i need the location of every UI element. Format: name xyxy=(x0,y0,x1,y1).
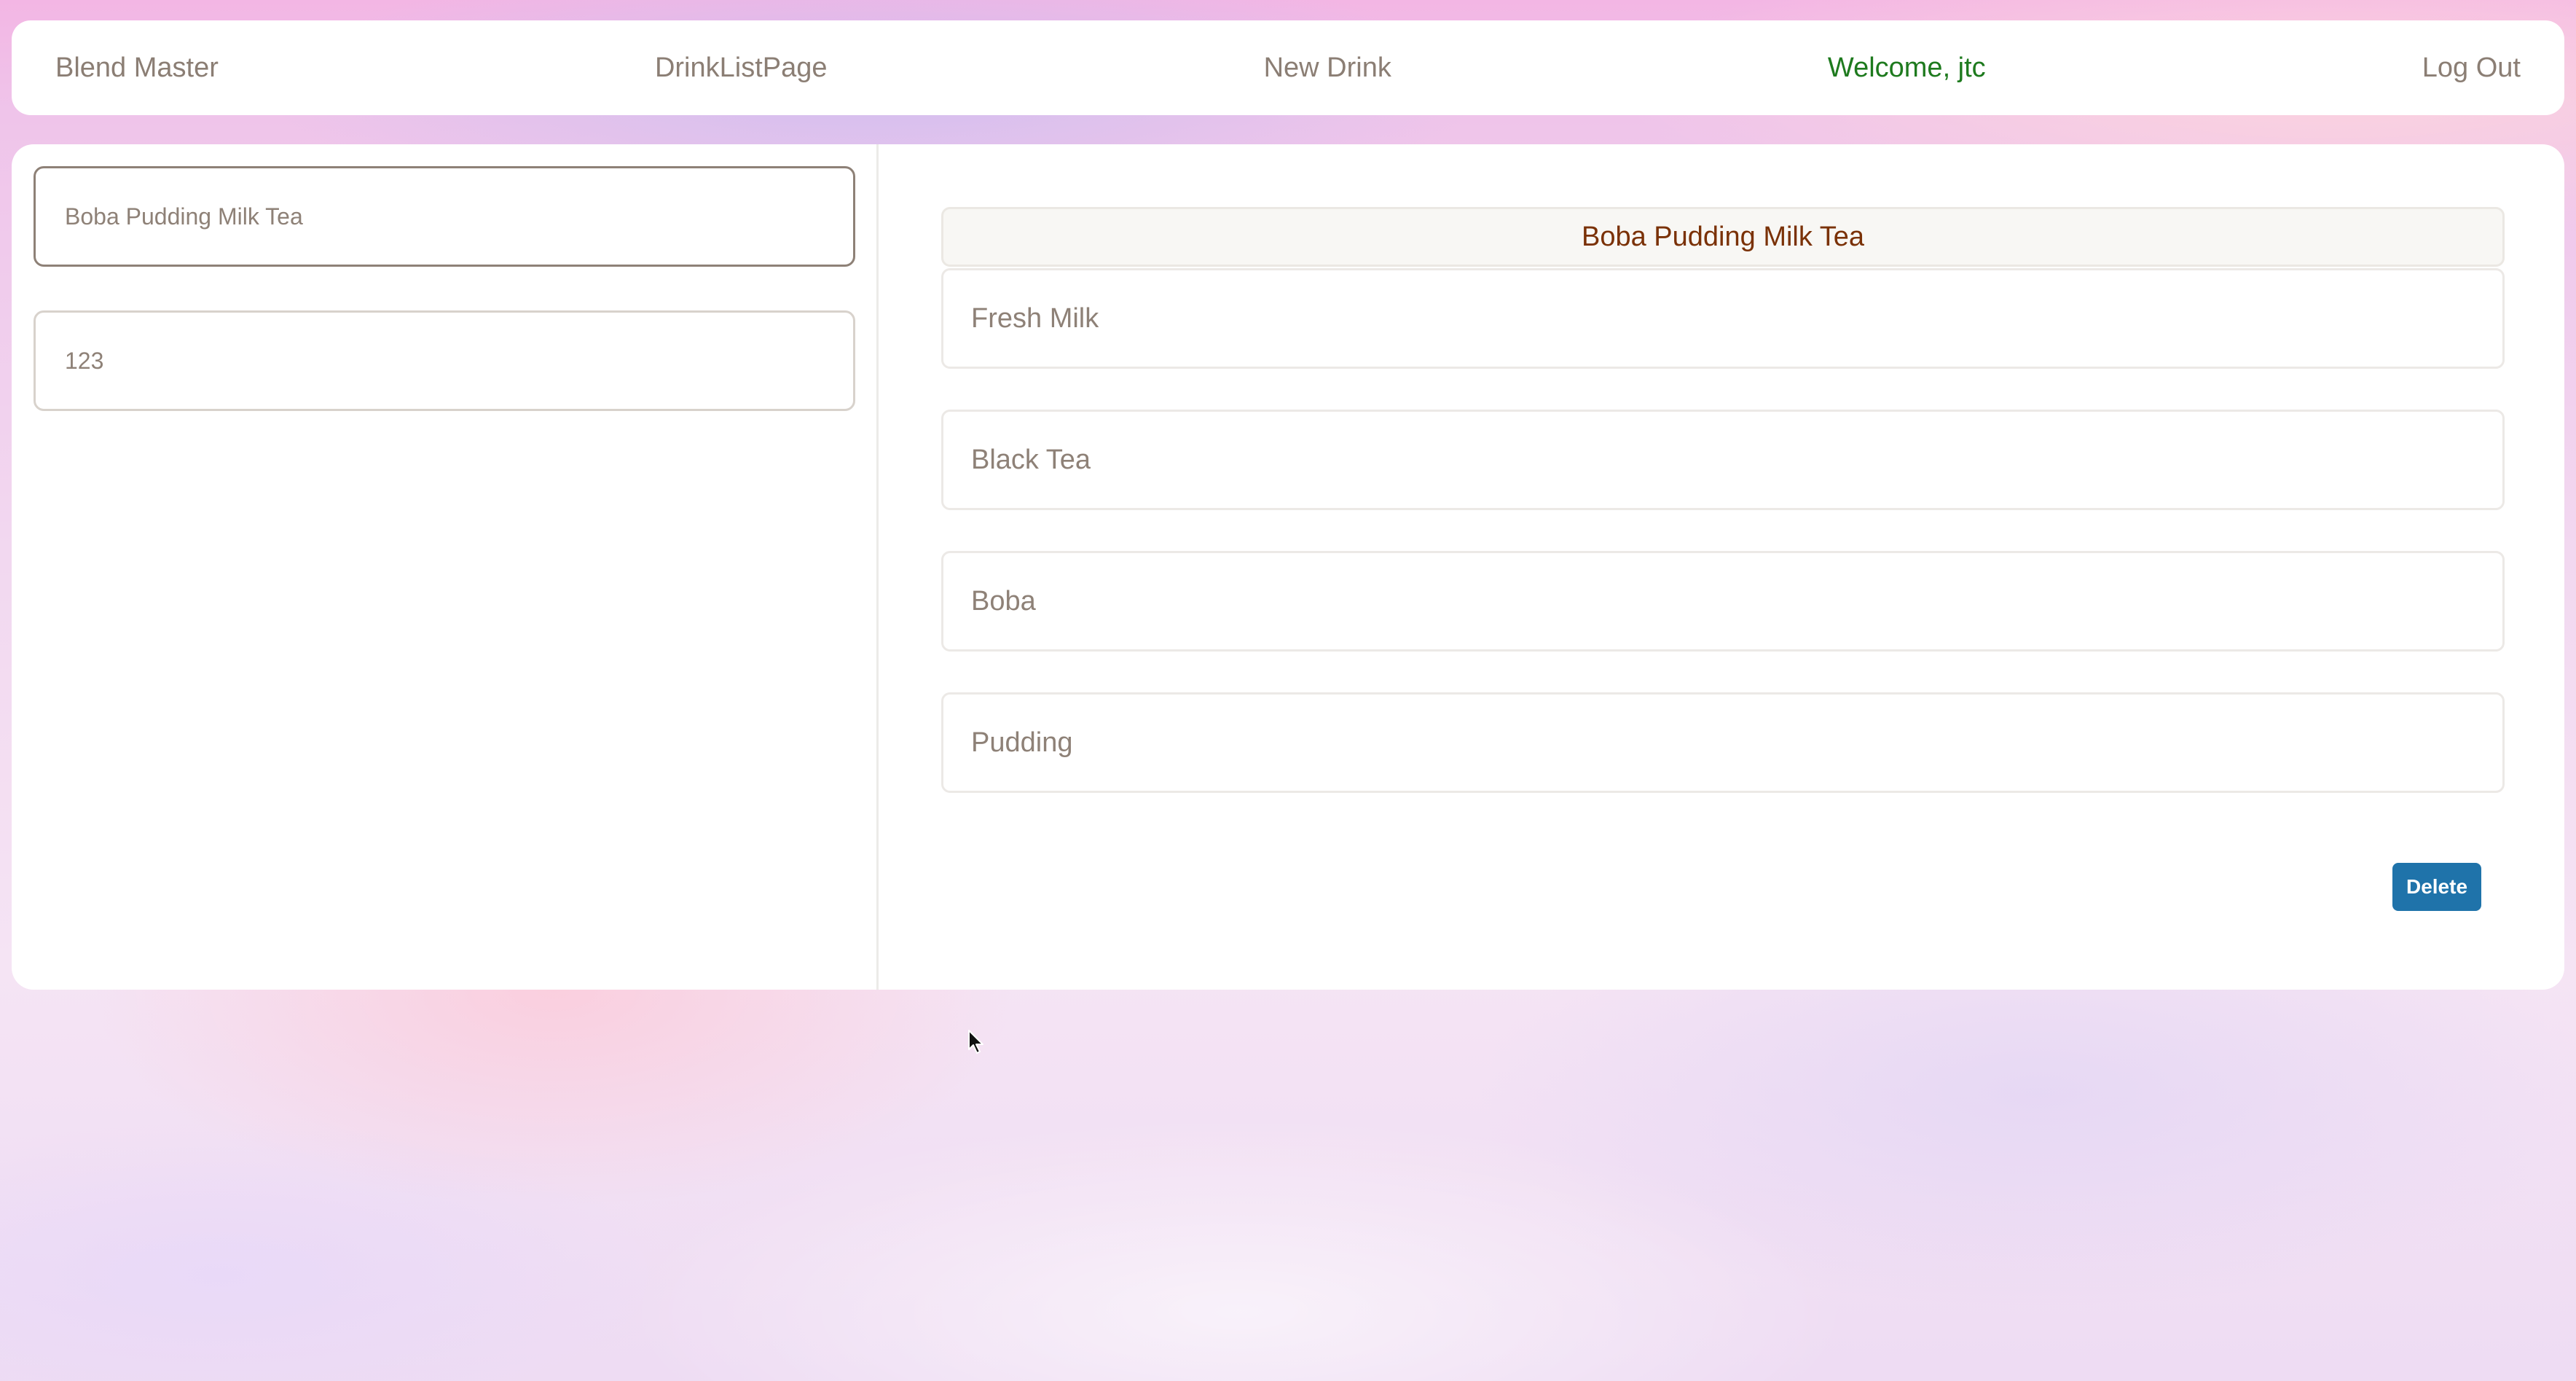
top-navbar: Blend Master DrinkListPage New Drink Wel… xyxy=(12,20,2564,115)
ingredient-item[interactable]: Boba xyxy=(941,551,2505,652)
mouse-pointer-icon xyxy=(968,1030,983,1054)
drink-code-input[interactable] xyxy=(34,310,855,411)
brand-link[interactable]: Blend Master xyxy=(55,52,219,84)
main-panel: Boba Pudding Milk Tea Fresh Milk Black T… xyxy=(12,144,2564,990)
drink-detail: Boba Pudding Milk Tea Fresh Milk Black T… xyxy=(879,144,2564,990)
logout-link[interactable]: Log Out xyxy=(2422,52,2521,84)
drink-name-input[interactable] xyxy=(34,166,855,267)
ingredient-item[interactable]: Black Tea xyxy=(941,410,2505,510)
drink-list-link[interactable]: DrinkListPage xyxy=(655,52,828,84)
ingredient-item[interactable]: Fresh Milk xyxy=(941,268,2505,369)
drink-title: Boba Pudding Milk Tea xyxy=(941,207,2505,267)
new-drink-link[interactable]: New Drink xyxy=(1264,52,1391,84)
delete-button[interactable]: Delete xyxy=(2392,863,2481,911)
drink-form xyxy=(12,144,879,990)
welcome-message: Welcome, jtc xyxy=(1827,52,1986,83)
ingredient-item[interactable]: Pudding xyxy=(941,692,2505,793)
